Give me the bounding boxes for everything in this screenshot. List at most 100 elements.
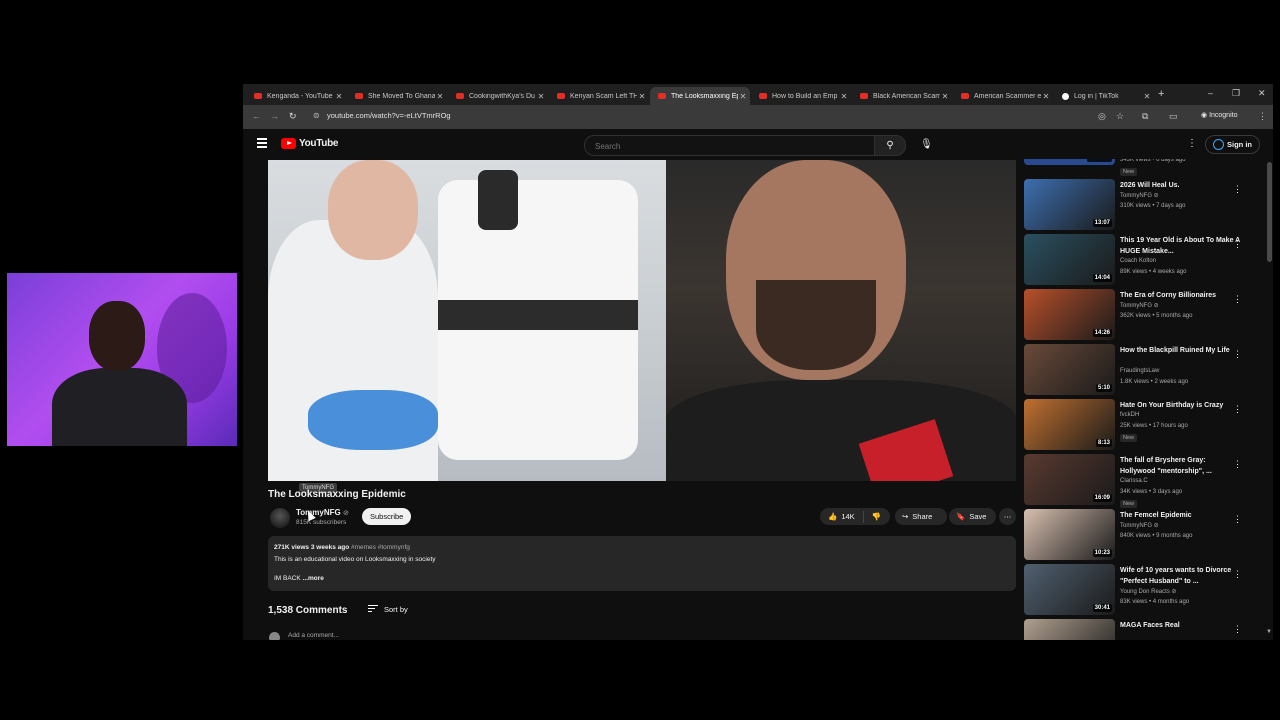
video-channel[interactable]: FraudingtsLaw bbox=[1120, 368, 1159, 374]
recommended-video[interactable]: 16:09 The fall of Bryshere Gray: Hollywoo… bbox=[1024, 454, 1267, 508]
subscribe-button[interactable]: Subscribe bbox=[362, 508, 412, 525]
video-thumbnail[interactable]: 5:10 bbox=[1024, 344, 1115, 395]
minimize-icon[interactable]: – bbox=[1208, 88, 1213, 98]
video-channel[interactable]: Young Don Reacts ⊘ bbox=[1120, 588, 1177, 595]
back-icon[interactable]: ← bbox=[252, 111, 261, 121]
tab-close-icon[interactable]: ✕ bbox=[536, 92, 546, 101]
recommended-video[interactable]: 10:23 The Femcel Epidemic TommyNFG ⊘ 840K v… bbox=[1024, 509, 1267, 561]
video-menu-icon[interactable]: ⋮ bbox=[1233, 569, 1242, 580]
reload-icon[interactable]: ↻ bbox=[289, 111, 297, 122]
video-title[interactable]: Hate On Your Birthday is Crazy bbox=[1120, 401, 1240, 412]
video-channel[interactable]: TommyNFG ⊘ bbox=[1120, 522, 1159, 529]
video-title[interactable]: The fall of Bryshere Gray: Hollywood "me… bbox=[1120, 456, 1240, 477]
tab-2[interactable]: CookingwithKya's Du ✕ bbox=[448, 87, 548, 105]
hashtags[interactable]: #memes #tommynfg bbox=[351, 544, 410, 551]
video-thumbnail[interactable]: 30:41 bbox=[1024, 564, 1115, 615]
tab-1[interactable]: She Moved To Ghana ✕ bbox=[347, 87, 447, 105]
share-button[interactable]: ↪ Share bbox=[895, 508, 947, 525]
tab-3[interactable]: Kenyan Scam Left TH ✕ bbox=[549, 87, 649, 105]
forward-icon[interactable]: → bbox=[270, 111, 279, 121]
tab-7[interactable]: American Scammer e ✕ bbox=[953, 87, 1053, 105]
tab-close-icon[interactable]: ✕ bbox=[839, 92, 849, 101]
tab-4[interactable]: The Looksmaxxing Ep ✕ bbox=[650, 87, 750, 105]
hamburger-menu-icon[interactable] bbox=[257, 138, 267, 150]
site-info-icon[interactable]: ⊜ bbox=[313, 111, 320, 120]
add-comment-input[interactable]: Add a comment... bbox=[288, 632, 339, 639]
video-menu-icon[interactable]: ⋮ bbox=[1233, 624, 1242, 635]
video-thumbnail[interactable]: 13:07 bbox=[1024, 179, 1115, 230]
more-actions-button[interactable]: ⋯ bbox=[999, 508, 1016, 525]
bookmark-star-icon[interactable]: ☆ bbox=[1116, 111, 1124, 122]
video-thumbnail[interactable]: 14:04 bbox=[1024, 234, 1115, 285]
video-thumbnail[interactable]: 14:26 bbox=[1024, 289, 1115, 340]
recommended-video[interactable]: 5:10 How the Blackpill Ruined My Life Frau… bbox=[1024, 344, 1267, 396]
tab-close-icon[interactable]: ✕ bbox=[738, 92, 748, 101]
video-menu-icon[interactable]: ⋮ bbox=[1233, 239, 1242, 250]
incognito-badge[interactable]: ◉ Incognito bbox=[1201, 111, 1237, 119]
recommended-video[interactable]: MAGA Faces Real ⋮ bbox=[1024, 619, 1267, 640]
video-menu-icon[interactable]: ⋮ bbox=[1233, 459, 1242, 470]
show-more-link[interactable]: ...more bbox=[303, 575, 324, 582]
save-button[interactable]: 🔖 Save bbox=[949, 508, 996, 525]
tracking-protection-icon[interactable]: ◎ bbox=[1098, 111, 1106, 122]
tab-close-icon[interactable]: ✕ bbox=[1041, 92, 1051, 101]
video-channel[interactable]: TommyNFG ⊘ bbox=[1120, 302, 1159, 309]
video-channel[interactable]: Coach Kolton bbox=[1120, 258, 1156, 264]
recommended-video[interactable]: 30:41 Wife of 10 years wants to Divorce "… bbox=[1024, 564, 1267, 616]
video-thumbnail[interactable]: 8:13 bbox=[1024, 399, 1115, 450]
video-menu-icon[interactable]: ⋮ bbox=[1233, 514, 1242, 525]
restore-icon[interactable]: ❐ bbox=[1232, 88, 1240, 99]
channel-avatar[interactable] bbox=[270, 508, 290, 528]
video-title[interactable]: The Femcel Epidemic bbox=[1120, 511, 1240, 522]
video-title[interactable]: The Era of Corny Billionaires bbox=[1120, 291, 1240, 302]
description-box[interactable]: 271K views 3 weeks ago #memes #tommynfg … bbox=[268, 536, 1016, 591]
recommended-video[interactable]: 14:26 The Era of Corny Billionaires TommyN… bbox=[1024, 289, 1267, 341]
video-title[interactable]: How the Blackpill Ruined My Life bbox=[1120, 346, 1240, 357]
extensions-icon[interactable]: ⧉ bbox=[1142, 111, 1148, 122]
video-menu-icon[interactable]: ⋮ bbox=[1233, 184, 1242, 195]
video-channel[interactable]: fvckDH bbox=[1120, 412, 1139, 418]
video-menu-icon[interactable]: ⋮ bbox=[1233, 349, 1242, 360]
voice-search-button[interactable]: 🎙 bbox=[917, 135, 936, 154]
video-title[interactable]: MAGA Faces Real bbox=[1120, 621, 1240, 632]
browser-menu-icon[interactable]: ⋮ bbox=[1258, 111, 1267, 122]
video-title[interactable]: 2026 Will Heal Us. bbox=[1120, 181, 1240, 192]
video-thumbnail[interactable] bbox=[1024, 619, 1115, 640]
scroll-down-icon[interactable]: ▼ bbox=[1266, 629, 1272, 635]
new-tab-button[interactable]: + bbox=[1158, 88, 1164, 100]
video-thumbnail[interactable]: 1:01:04 bbox=[1024, 159, 1115, 165]
video-thumbnail[interactable]: 10:23 bbox=[1024, 509, 1115, 560]
tab-close-icon[interactable]: ✕ bbox=[435, 92, 445, 101]
video-channel[interactable]: Clarissa.C bbox=[1120, 478, 1148, 484]
video-thumbnail[interactable]: 16:09 bbox=[1024, 454, 1115, 505]
video-channel[interactable]: TommyNFG ⊘ bbox=[1120, 192, 1159, 199]
search-input[interactable] bbox=[593, 141, 867, 152]
recommended-video[interactable]: 13:07 2026 Will Heal Us. TommyNFG ⊘ 310K vi… bbox=[1024, 179, 1267, 231]
url-field[interactable]: youtube.com/watch?v=-eLtVTmrROg bbox=[327, 111, 451, 120]
tab-0[interactable]: Kenganda - YouTube ✕ bbox=[246, 87, 346, 105]
sort-comments-button[interactable]: Sort by bbox=[368, 605, 408, 614]
sidebar-scrollbar[interactable] bbox=[1267, 162, 1272, 262]
dislike-button[interactable]: 👎 bbox=[864, 512, 889, 521]
recommended-video[interactable]: 14:04 This 19 Year Old is About To Make A… bbox=[1024, 234, 1267, 286]
recommended-video[interactable]: 8:13 Hate On Your Birthday is Crazy fvckDH… bbox=[1024, 399, 1267, 451]
video-title[interactable]: This 19 Year Old is About To Make A HUGE… bbox=[1120, 236, 1240, 257]
video-player[interactable] bbox=[268, 160, 1016, 481]
tab-close-icon[interactable]: ✕ bbox=[334, 92, 344, 101]
tab-close-icon[interactable]: ✕ bbox=[637, 92, 647, 101]
like-button[interactable]: 👍 14K bbox=[820, 510, 864, 523]
sign-in-button[interactable]: Sign in bbox=[1205, 135, 1260, 154]
settings-menu-icon[interactable]: ⋮ bbox=[1187, 138, 1197, 149]
tab-5[interactable]: How to Build an Emp ✕ bbox=[751, 87, 851, 105]
channel-name[interactable]: TommyNFG bbox=[296, 508, 341, 517]
tab-6[interactable]: Black American Scam ✕ bbox=[852, 87, 952, 105]
video-title[interactable]: Wife of 10 years wants to Divorce "Perfe… bbox=[1120, 566, 1240, 587]
sidebar-toggle-icon[interactable]: ▭ bbox=[1169, 111, 1178, 122]
video-menu-icon[interactable]: ⋮ bbox=[1233, 294, 1242, 305]
search-button[interactable]: ⚲ bbox=[874, 135, 906, 156]
tab-close-icon[interactable]: ✕ bbox=[1142, 92, 1152, 101]
close-window-icon[interactable]: ✕ bbox=[1258, 88, 1266, 99]
tab-8[interactable]: Log in | TikTok ✕ bbox=[1054, 87, 1154, 105]
tab-close-icon[interactable]: ✕ bbox=[940, 92, 950, 101]
video-menu-icon[interactable]: ⋮ bbox=[1233, 404, 1242, 415]
